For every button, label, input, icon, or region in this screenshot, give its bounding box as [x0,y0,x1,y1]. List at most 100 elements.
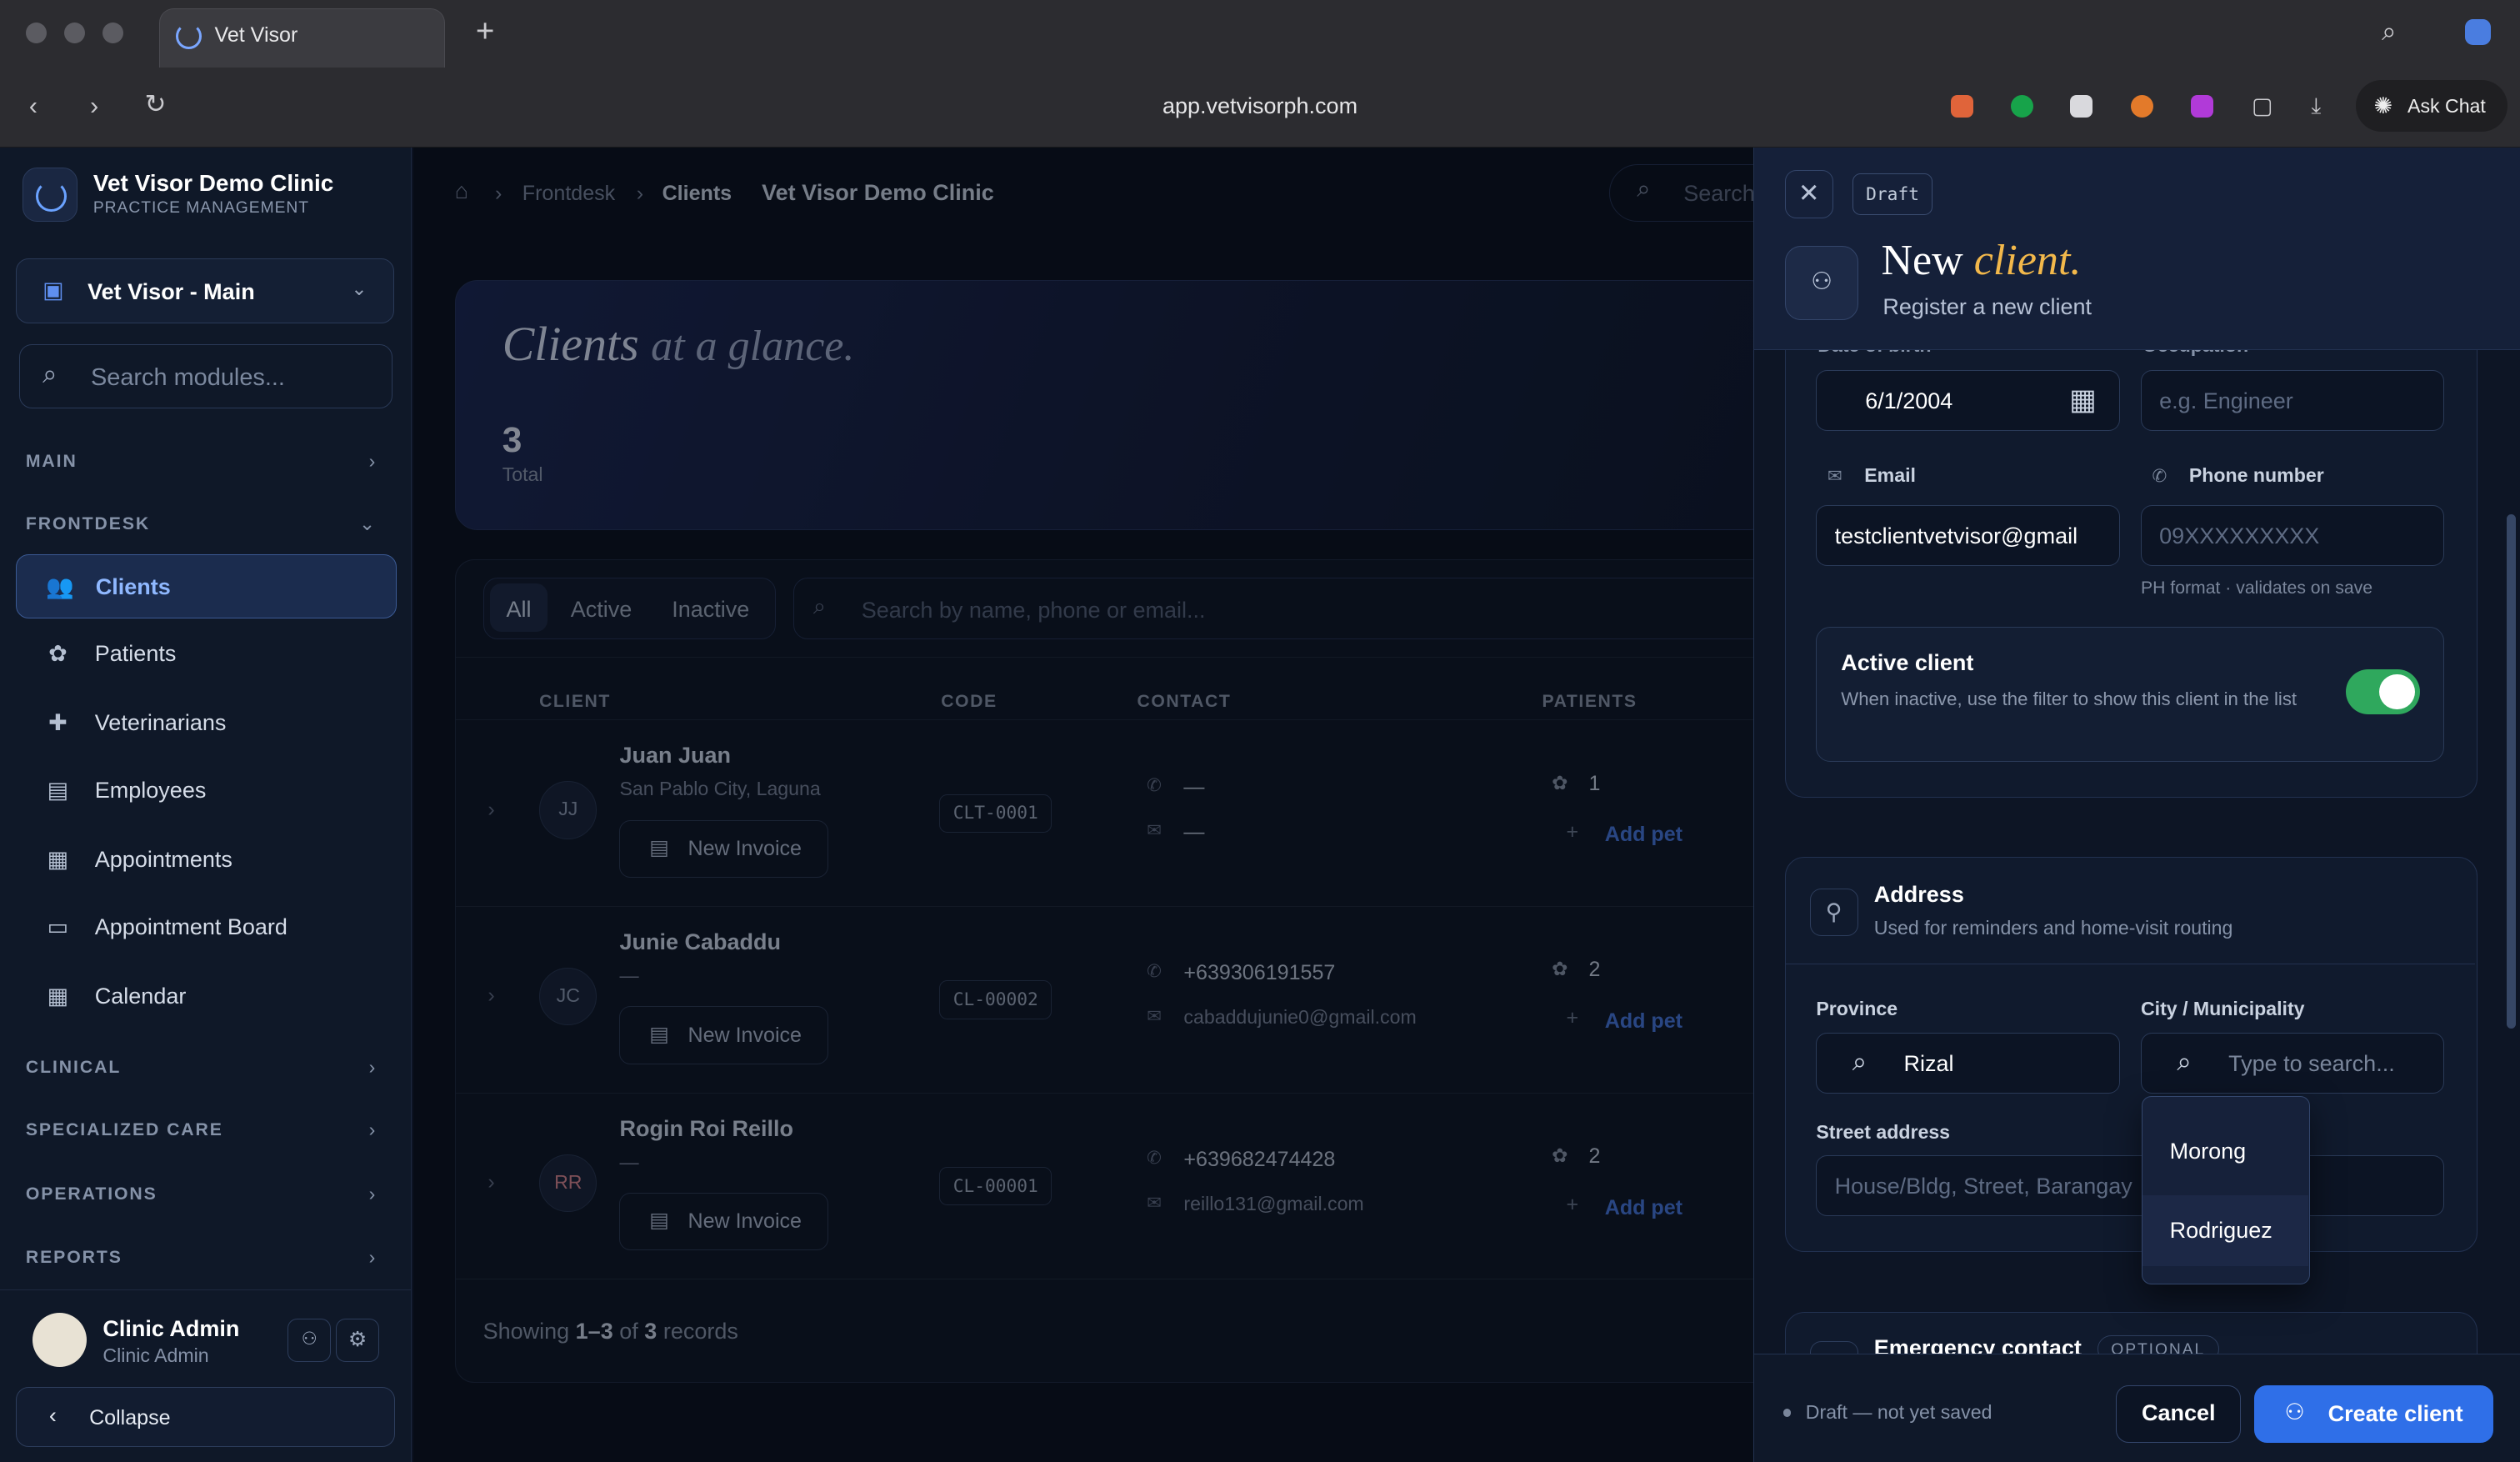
tab-favicon-icon [176,23,202,49]
claude-icon[interactable] [2131,94,2154,118]
chevron-right-icon[interactable]: › [369,1119,376,1141]
drawer-subtitle: Register a new client [1882,293,2092,319]
sidebar-item-appointments[interactable]: ▦ Appointments [16,828,397,892]
status-dot [1782,1409,1792,1418]
sidebar-item-calendar[interactable]: ▦ Calendar [16,964,397,1029]
search-icon: ⌕ [2177,1046,2192,1076]
add-user-icon: ⚇ [2284,1399,2305,1424]
phone-input[interactable]: 09XXXXXXXXX [2140,504,2445,566]
drawer-title-main: New [1881,237,1963,285]
minimize-window-dot[interactable] [64,23,86,44]
ask-chat-button[interactable]: ✺ Ask Chat [2356,80,2508,133]
module-search[interactable]: ⌕ Search modules... [19,343,392,408]
search-icon: ⌕ [1852,1046,1868,1076]
modal-overlay[interactable] [412,148,1754,1462]
section-clinical[interactable]: CLINICAL [26,1058,121,1078]
clinic-logo [22,167,78,223]
chevron-right-icon[interactable]: › [369,1246,376,1269]
sidebar-item-appointment-board[interactable]: ▭ Appointment Board [16,895,397,959]
section-specialized-care[interactable]: SPECIALIZED CARE [26,1120,223,1140]
close-icon[interactable]: ✕ [1784,170,1833,219]
add-user-icon: ⚇ [1784,246,1859,320]
city-option[interactable]: Morong [2142,1116,2308,1187]
browser-tab[interactable]: Vet Visor [158,8,446,68]
extension-icon[interactable] [2190,94,2213,118]
city-label: City / Municipality [2140,997,2305,1019]
cancel-button[interactable]: Cancel [2116,1384,2242,1443]
chevron-right-icon[interactable]: › [369,1056,376,1079]
profile-icon[interactable] [2465,19,2492,45]
email-label: Email [1864,464,1916,487]
city-option[interactable]: Rodriguez [2142,1194,2308,1266]
map-pin-icon: ⚲ [1809,888,1858,937]
branch-name: Vet Visor - Main [88,278,255,304]
street-label: Street address [1816,1121,1951,1144]
active-client-toggle[interactable] [2345,669,2420,715]
clinic-name: Vet Visor Demo Clinic [92,170,334,197]
city-dropdown: Morong Rodriguez [2141,1096,2311,1284]
street-placeholder: House/Bldg, Street, Barangay [1834,1173,2132,1199]
email-input[interactable]: testclientvetvisor@gmail [1816,504,2120,566]
download-icon[interactable]: ⤓ [2311,93,2321,119]
dob-input[interactable]: 6/1/2004 ▦ [1816,369,2120,431]
occupation-input[interactable]: e.g. Engineer [2140,369,2445,431]
section-main[interactable]: MAIN [26,452,78,472]
sidebar-item-veterinarians[interactable]: ✚ Veterinarians [16,691,397,755]
new-tab-icon[interactable]: + [476,15,495,48]
sidebar-item-label: Veterinarians [94,710,227,736]
street-input[interactable]: House/Bldg, Street, Barangay [1816,1154,2445,1216]
extension-icon[interactable] [2070,94,2093,118]
province-input[interactable]: ⌕ Rizal [1816,1033,2120,1094]
chevron-right-icon[interactable]: › [369,1183,376,1205]
share-icon[interactable]: ▢ [2252,93,2273,119]
drawer-title: New client. [1881,236,2081,285]
sidebar-item-label: Appointment Board [94,914,288,940]
close-window-dot[interactable] [25,23,47,44]
city-placeholder: Type to search... [2228,1051,2395,1077]
section-operations[interactable]: OPERATIONS [26,1184,158,1204]
branch-selector[interactable]: ▣ Vet Visor - Main ⌄ [16,258,394,323]
collapse-button[interactable]: ‹ Collapse [16,1387,396,1447]
city-input[interactable]: ⌕ Type to search... [2140,1033,2445,1094]
chevron-right-icon[interactable]: › [369,450,376,473]
sidebar-item-employees[interactable]: ▤ Employees [16,759,397,823]
clinic-subtitle: PRACTICE MANAGEMENT [92,199,310,218]
create-client-button[interactable]: ⚇ Create client [2253,1384,2494,1443]
maximize-window-dot[interactable] [102,23,124,44]
user-role: Clinic Admin [102,1344,209,1367]
calendar-icon[interactable]: ▦ [2069,383,2097,417]
chatgpt-icon: ✺ [2373,93,2393,118]
phone-icon: ✆ [2152,467,2168,487]
gear-icon[interactable]: ⚙ [336,1319,380,1363]
chevron-down-icon: ⌄ [351,277,368,299]
drawer-title-accent: client. [1973,237,2082,285]
toggle-knob [2379,674,2415,710]
section-frontdesk[interactable]: FRONTDESK [26,514,150,534]
store-icon: ▣ [42,277,64,303]
paw-icon: ✿ [48,641,68,667]
grammarly-icon[interactable] [2010,94,2033,118]
module-search-placeholder: Search modules... [90,363,285,391]
search-icon[interactable]: ⌕ [2382,18,2396,45]
extension-icon[interactable] [1951,94,1974,118]
sidebar-item-clients[interactable]: 👥 Clients [16,554,398,619]
browser-chrome: Vet Visor + ⌕ ‹ › ↻ app.vetvisorph.com ▢… [0,0,2520,148]
drawer-footer: Draft — not yet saved Cancel ⚇ Create cl… [1754,1353,2520,1462]
drawer-header: ✕ Draft ⚇ New client. Register a new cli… [1754,148,2520,351]
active-client-title: Active client [1841,650,1974,676]
badge-icon: ▤ [47,778,69,804]
drawer-scrollbar[interactable] [2506,514,2517,1029]
search-icon: ⌕ [42,359,58,389]
draft-badge: Draft [1852,173,1933,216]
users-icon: 👥 [45,574,74,600]
avatar[interactable] [32,1312,88,1368]
phone-label: Phone number [2188,464,2324,487]
section-reports[interactable]: REPORTS [26,1248,122,1268]
sidebar-item-label: Patients [94,641,177,667]
tab-title: Vet Visor [214,23,298,47]
collapse-label: Collapse [89,1405,171,1429]
switch-user-icon[interactable]: ⚇ [288,1319,332,1363]
draft-status: Draft — not yet saved [1805,1400,1992,1423]
sidebar-item-patients[interactable]: ✿ Patients [16,622,397,686]
chevron-down-icon[interactable]: ⌄ [359,513,375,535]
